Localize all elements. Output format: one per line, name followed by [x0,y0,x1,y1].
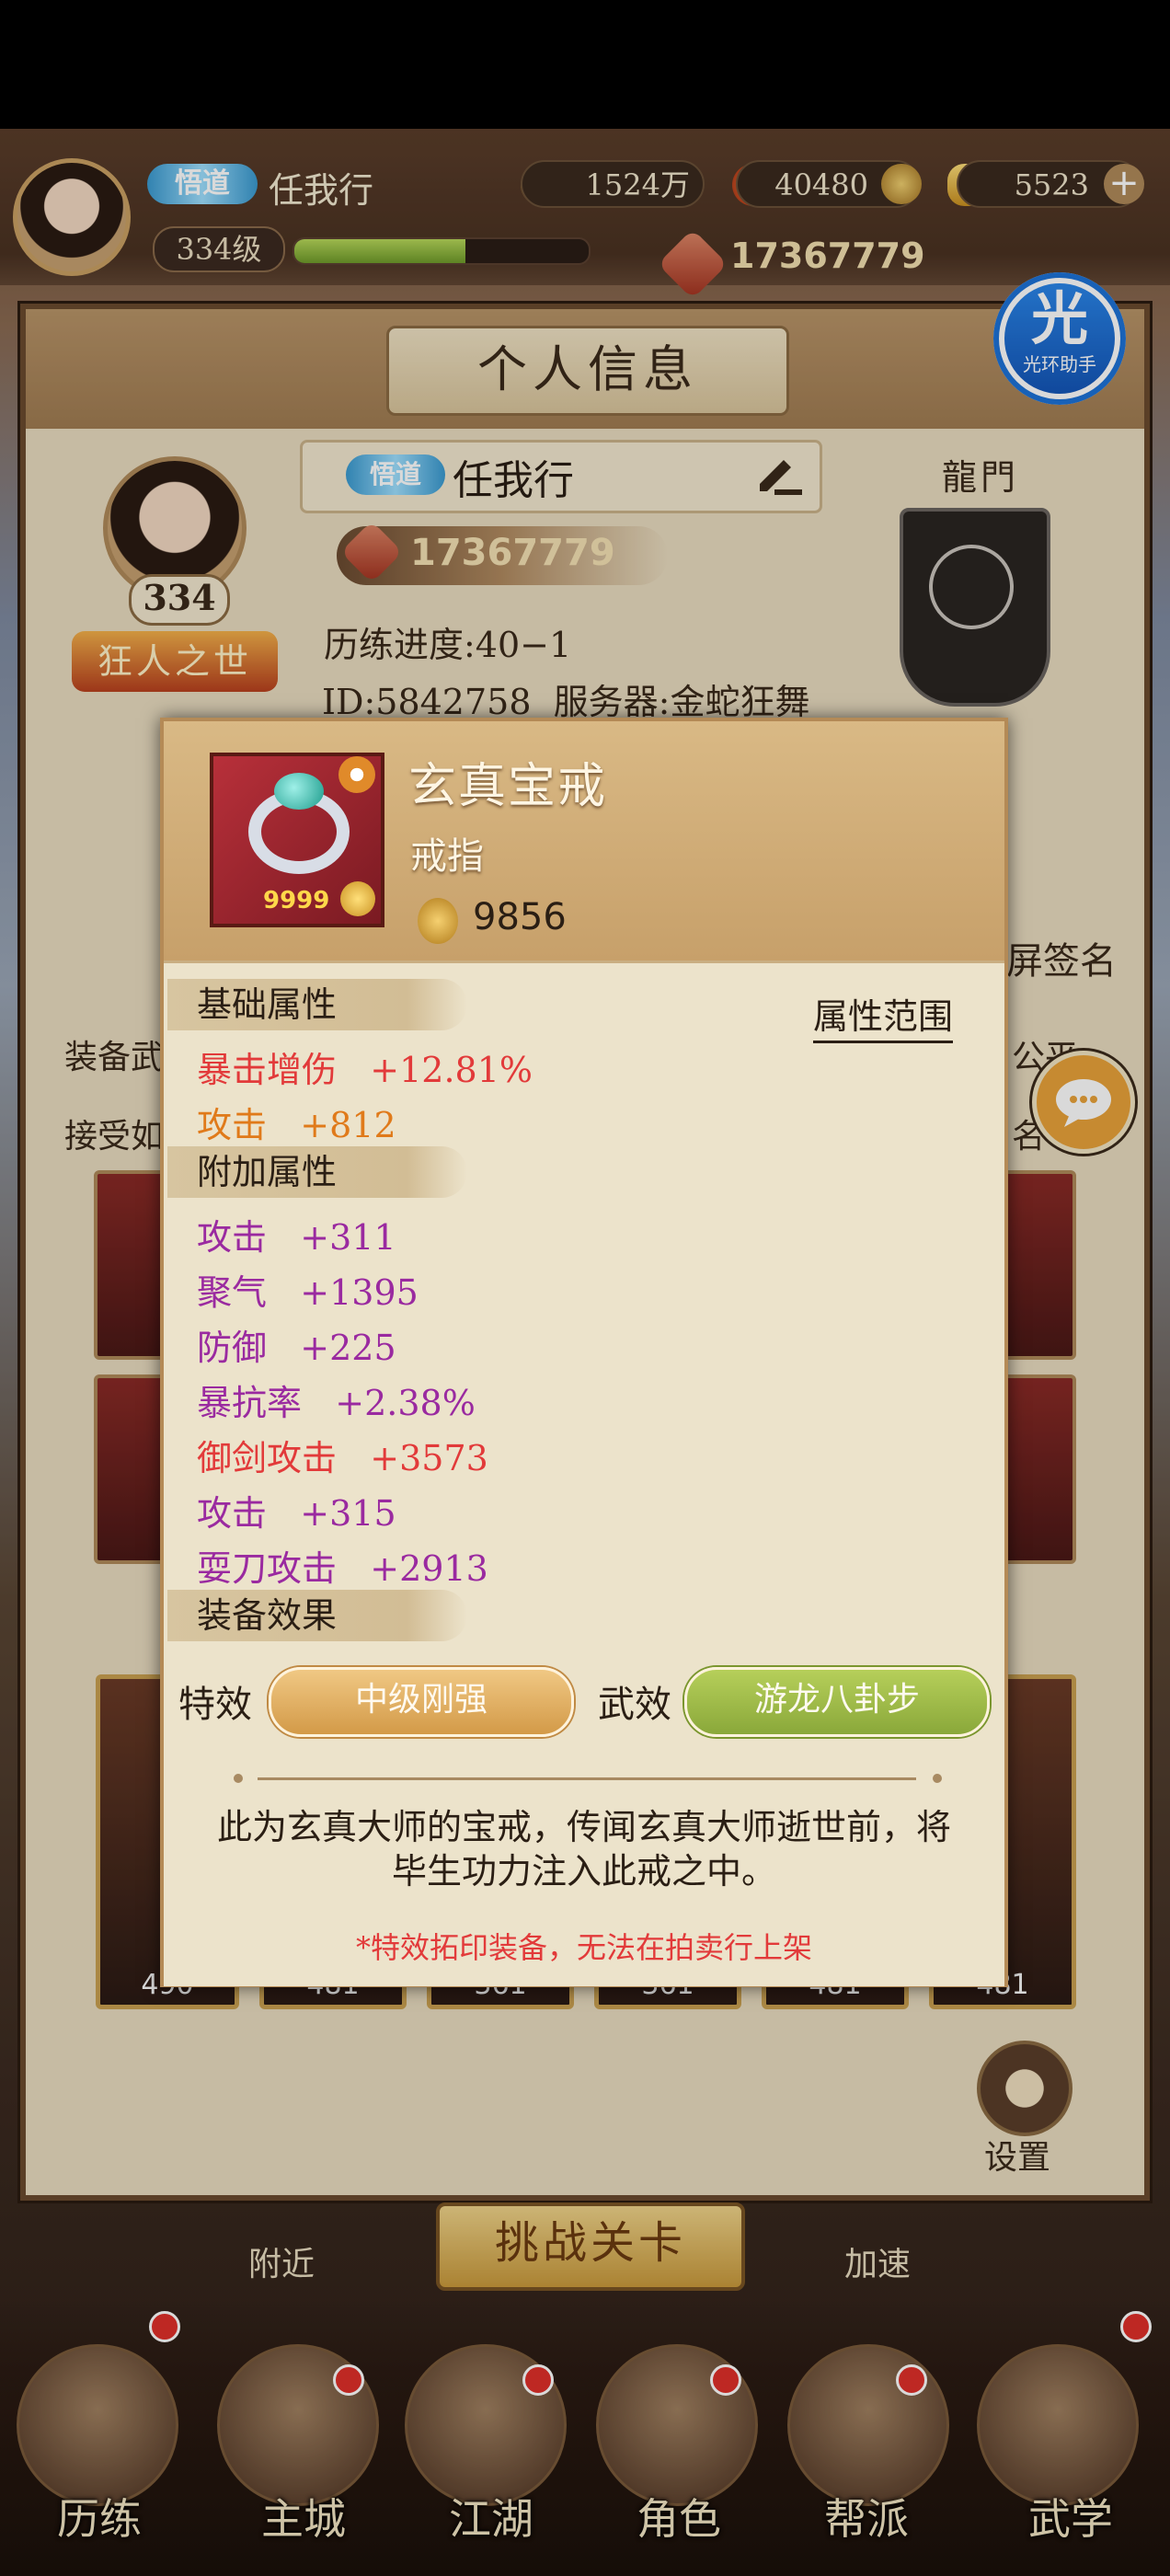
attr-value: +225 [300,1328,396,1368]
attr-row: 防御 +225 [197,1319,396,1370]
attr-value: +2913 [370,1548,488,1589]
attr-row: 耍刀攻击 +2913 [197,1540,488,1591]
attr-row: 攻击 +812 [197,1097,396,1147]
attr-value: +315 [300,1493,396,1534]
divider-dot-right [933,1774,942,1783]
attr-name: 攻击 [197,1217,268,1258]
attr-name: 暴抗率 [197,1383,303,1423]
attr-name: 攻击 [197,1105,268,1145]
description-divider [258,1777,916,1780]
equip-effect-section: 装备效果 [167,1590,467,1641]
star-badge-icon [338,756,375,793]
attr-row: 暴抗率 +2.38% [197,1374,476,1425]
attr-row: 攻击 +315 [197,1485,396,1535]
attr-value: +2.38% [335,1383,476,1423]
attr-name: 耍刀攻击 [197,1548,338,1589]
attr-name: 御剑攻击 [197,1438,338,1478]
attr-name: 聚气 [197,1272,268,1313]
special-effect-label: 特效 [178,1684,252,1726]
divider-dot-left [234,1774,243,1783]
attr-row: 暴击增伤 +12.81% [197,1041,533,1092]
attr-name: 防御 [197,1328,268,1368]
base-attr-section: 基础属性 [167,979,467,1030]
attr-value: +12.81% [370,1050,533,1090]
item-type: 戒指 [410,835,484,878]
item-name: 玄真宝戒 [408,759,608,814]
item-description: 此为玄真大师的宝戒，传闻玄真大师逝世前，将毕生功力注入此戒之中。 [216,1807,951,1892]
attr-row: 攻击 +311 [197,1209,396,1259]
item-score-icon [418,898,458,944]
trade-warning: *特效拓印装备，无法在拍卖行上架 [355,1930,812,1965]
extra-attr-section: 附加属性 [167,1146,467,1198]
attr-value: +311 [300,1217,396,1258]
attribute-range-link[interactable]: 属性范围 [813,988,954,1043]
item-score: 9856 [473,896,567,938]
attr-value: +812 [300,1105,396,1145]
attr-row: 聚气 +1395 [197,1264,419,1315]
martial-effect-pill[interactable]: 游龙八卦步 [684,1667,990,1737]
attr-name: 暴击增伤 [197,1050,338,1090]
attr-name: 攻击 [197,1493,268,1534]
ring-gem-icon [274,773,324,810]
bound-chain-icon [340,881,375,916]
attr-row: 御剑攻击 +3573 [197,1430,488,1480]
attr-value: +3573 [370,1438,488,1478]
martial-effect-label: 武效 [598,1684,671,1726]
item-quantity: 9999 [263,887,330,914]
special-effect-pill[interactable]: 中级刚强 [269,1667,574,1737]
attr-value: +1395 [300,1272,419,1313]
